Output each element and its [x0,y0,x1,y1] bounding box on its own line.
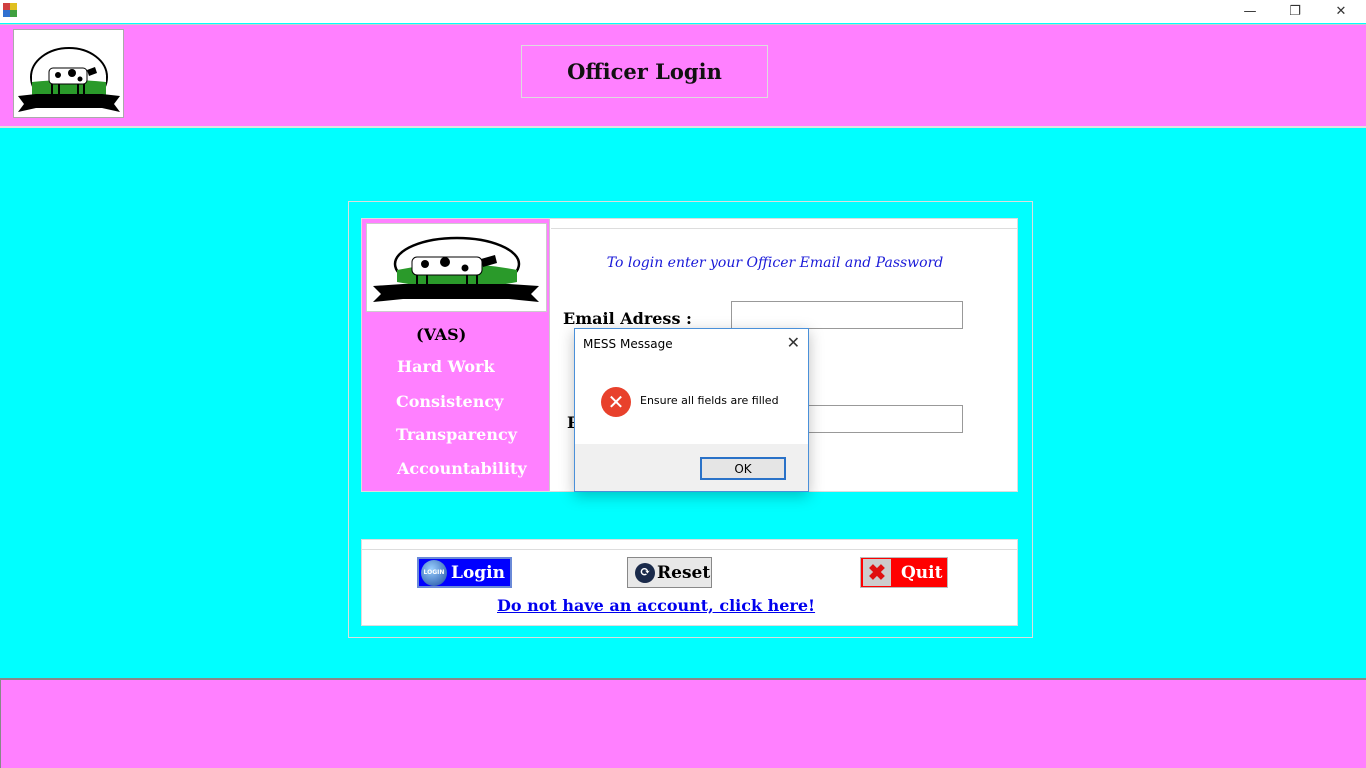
side-logo [366,223,547,312]
login-icon: LOGIN [421,559,447,586]
app-icon [3,3,17,17]
header-logo [13,29,124,118]
close-icon: ✖ [863,559,891,586]
divider [551,228,1017,229]
dialog-footer: OK [575,444,808,491]
email-input[interactable] [731,301,963,329]
login-button[interactable]: LOGIN Login [417,557,512,588]
refresh-icon: ⟳ [635,562,655,583]
dialog-close-icon[interactable]: ✕ [787,333,800,352]
value-accountability: Accountability [397,459,527,478]
footer-bar [0,678,1366,768]
reset-button-label: Reset [657,562,711,583]
side-panel: (VAS) Hard Work Consistency Transparency… [362,219,550,491]
divider [362,549,1017,550]
reset-button[interactable]: ⟳ Reset [627,557,712,588]
dialog-title: MESS Message [583,337,673,351]
restore-button[interactable]: ❐ [1272,0,1318,22]
page-title: Officer Login [521,45,768,98]
ok-button[interactable]: OK [700,457,786,480]
quit-button[interactable]: ✖ Quit [860,557,948,588]
value-hard-work: Hard Work [397,357,495,376]
value-consistency: Consistency [396,392,504,411]
window-titlebar: — ❐ ✕ [0,0,1366,23]
header-bar: Officer Login [0,24,1366,128]
login-hint: To login enter your Officer Email and Pa… [606,255,944,271]
error-icon: ✕ [601,387,631,417]
email-label: Email Adress : [563,309,692,328]
quit-button-label: Quit [901,562,943,583]
message-dialog: MESS Message ✕ ✕ Ensure all fields are f… [574,328,809,492]
side-tagline: (VAS) [416,325,467,344]
login-button-label: Login [451,562,505,583]
cow-logo-icon [373,236,539,302]
minimize-button[interactable]: — [1227,0,1273,22]
signup-link[interactable]: Do not have an account, click here! [497,596,815,615]
close-window-button[interactable]: ✕ [1318,0,1364,22]
dialog-message: Ensure all fields are filled [640,394,779,407]
value-transparency: Transparency [396,425,518,444]
cow-logo-icon [18,47,120,112]
